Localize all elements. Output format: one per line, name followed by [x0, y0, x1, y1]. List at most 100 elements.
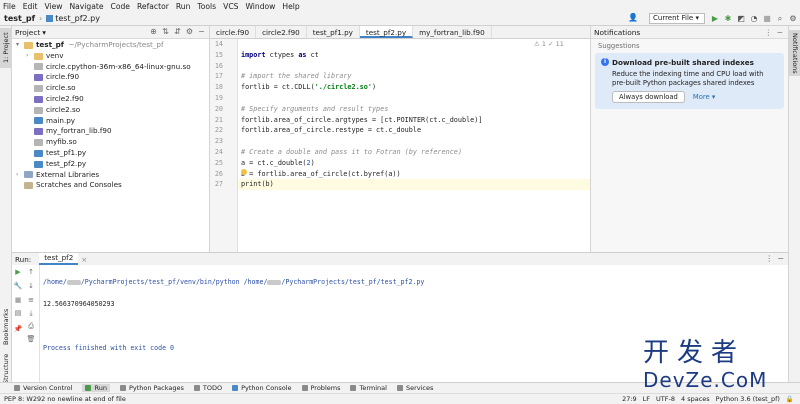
locate-icon[interactable]: ⊕ [149, 27, 158, 36]
code-line: import ctypes as ct [241, 50, 319, 59]
editor-tab[interactable]: circle.f90 [210, 26, 257, 38]
tree-root[interactable]: ▾ test_pf ~/PycharmProjects/test_pf [16, 40, 209, 51]
console-command: /home//PycharmProjects/test_pf/venv/bin/… [43, 278, 425, 286]
tree-item[interactable]: circle2.f90 [16, 94, 209, 105]
python-file-icon [34, 117, 43, 125]
tree-item[interactable]: circle.cpython-36m-x86_64-linux-gnu.so [16, 62, 209, 73]
status-message[interactable]: PEP 8: W292 no newline at end of file [4, 395, 126, 403]
pin-icon[interactable]: 📌 [13, 325, 23, 333]
line-number: 20 [214, 104, 223, 113]
menu-refactor[interactable]: Refactor [137, 2, 169, 11]
breadcrumb-project[interactable]: test_pf [4, 14, 35, 23]
run-configuration-select[interactable]: Current File ▾ [649, 13, 705, 24]
line-number: 15 [214, 50, 223, 59]
rerun-icon[interactable]: ▶ [13, 268, 23, 276]
project-view-title[interactable]: Project [15, 28, 40, 37]
run-tab[interactable]: test_pf2 [39, 253, 79, 265]
menu-vcs[interactable]: VCS [223, 2, 238, 11]
run-icon[interactable]: ▶ [710, 13, 720, 24]
more-options-icon[interactable]: ⋮ [765, 254, 773, 263]
console-output[interactable]: /home//PycharmProjects/test_pf/venv/bin/… [43, 266, 424, 376]
stop-icon[interactable]: ■ [762, 13, 772, 24]
tree-item[interactable]: circle.so [16, 83, 209, 94]
editor-tab[interactable]: my_fortran_lib.f90 [413, 26, 492, 38]
scroll-end-icon[interactable]: ⤓ [26, 309, 36, 318]
python-icon [232, 385, 239, 391]
tree-item[interactable]: circle2.so [16, 105, 209, 116]
down-icon[interactable]: ↓ [26, 282, 36, 290]
inspection-widget[interactable]: ⚠ 1 ✓ 11 [534, 40, 564, 48]
tree-item[interactable]: test_pf1.py [16, 148, 209, 159]
tree-item[interactable]: my_fortran_lib.f90 [16, 126, 209, 137]
print-icon[interactable]: ⎙ [26, 322, 36, 331]
editor-tab[interactable]: circle2.f90 [256, 26, 307, 38]
minimize-icon[interactable]: − [777, 28, 783, 37]
caret-position[interactable]: 27:9 [622, 395, 637, 403]
menu-tools[interactable]: Tools [197, 2, 216, 11]
expand-icon[interactable]: ⇵ [173, 27, 182, 36]
watermark: 开发者 DevZe.CoM [643, 338, 793, 398]
settings-icon[interactable]: ⚙ [788, 13, 798, 24]
minimize-icon[interactable]: − [197, 27, 206, 36]
more-link[interactable]: More ▾ [693, 93, 715, 101]
tab-services[interactable]: Services [396, 384, 433, 392]
profile-icon[interactable]: ◔ [749, 13, 759, 24]
menu-window[interactable]: Window [245, 2, 275, 11]
minimize-icon[interactable]: − [777, 254, 784, 263]
menu-code[interactable]: Code [111, 2, 130, 11]
notifications-tool-tab[interactable]: Notifications [789, 30, 800, 76]
up-icon[interactable]: ↑ [26, 268, 36, 276]
editor-tab[interactable]: test_pf1.py [307, 26, 360, 38]
notifications-panel: Notifications ⋮ − Suggestions i Download … [590, 26, 788, 252]
soft-wrap-icon[interactable]: ≡ [26, 296, 36, 304]
always-download-button[interactable]: Always download [612, 91, 685, 103]
layout-icon[interactable]: ▤ [13, 309, 23, 317]
lightbulb-icon[interactable] [241, 169, 247, 175]
more-options-icon[interactable]: ⋮ [765, 28, 772, 37]
tree-item-scratches[interactable]: Scratches and Consoles [16, 180, 209, 191]
tree-item[interactable]: main.py [16, 116, 209, 127]
notifications-header: Notifications ⋮ − [591, 26, 788, 39]
navigation-bar: test_pf › test_pf2.py 👤 Current File ▾ ▶… [0, 12, 800, 26]
code-line-current: print(b) [238, 179, 590, 191]
breadcrumb-file[interactable]: test_pf2.py [55, 14, 100, 23]
tree-item[interactable]: myfib.so [16, 137, 209, 148]
code-editor[interactable]: import ctypes as ct # import the shared … [238, 39, 590, 252]
tab-python-console[interactable]: Python Console [232, 384, 292, 392]
menu-run[interactable]: Run [176, 2, 191, 11]
line-number: 17 [214, 72, 223, 81]
tab-problems[interactable]: Problems [301, 384, 340, 392]
stop-icon[interactable]: ■ [13, 296, 23, 304]
tab-todo[interactable]: TODO [193, 384, 222, 392]
tree-item[interactable]: test_pf2.py [16, 159, 209, 170]
project-tool-tab[interactable]: 1: Project [0, 28, 12, 68]
problems-icon [301, 385, 308, 391]
menu-help[interactable]: Help [282, 2, 299, 11]
bookmarks-tool-tab[interactable]: Bookmarks [0, 306, 12, 348]
search-icon[interactable]: ⌕ [775, 13, 785, 24]
debug-icon[interactable]: ✱ [723, 13, 733, 24]
project-panel-header: Project ▾ ⊕ ⇅ ⇵ ⚙ − [12, 26, 209, 39]
tab-run[interactable]: Run [82, 384, 110, 392]
close-tab-icon[interactable]: × [81, 255, 87, 264]
menu-edit[interactable]: Edit [23, 2, 38, 11]
menu-navigate[interactable]: Navigate [69, 2, 103, 11]
coverage-icon[interactable]: ◩ [736, 13, 746, 24]
menu-file[interactable]: File [3, 2, 16, 11]
tab-python-packages[interactable]: Python Packages [119, 384, 184, 392]
tab-version-control[interactable]: Version Control [14, 384, 72, 392]
trash-icon[interactable]: 🗑 [26, 335, 36, 343]
tree-item-external-libraries[interactable]: › External Libraries [16, 170, 209, 181]
user-icon[interactable]: 👤 [628, 13, 638, 22]
code-line-comment: # Specify arguments and result types [241, 104, 389, 113]
gear-icon[interactable]: ⚙ [185, 27, 194, 36]
tab-terminal[interactable]: Terminal [350, 384, 387, 392]
menu-view[interactable]: View [44, 2, 62, 11]
tree-item[interactable]: circle.f90 [16, 72, 209, 83]
structure-tool-tab[interactable]: Structure [0, 352, 12, 386]
tree-item-venv[interactable]: › venv [16, 51, 209, 62]
wrench-icon[interactable]: 🔧 [13, 282, 23, 290]
collapse-icon[interactable]: ⇅ [161, 27, 170, 36]
editor-tab-active[interactable]: test_pf2.py [359, 26, 414, 38]
